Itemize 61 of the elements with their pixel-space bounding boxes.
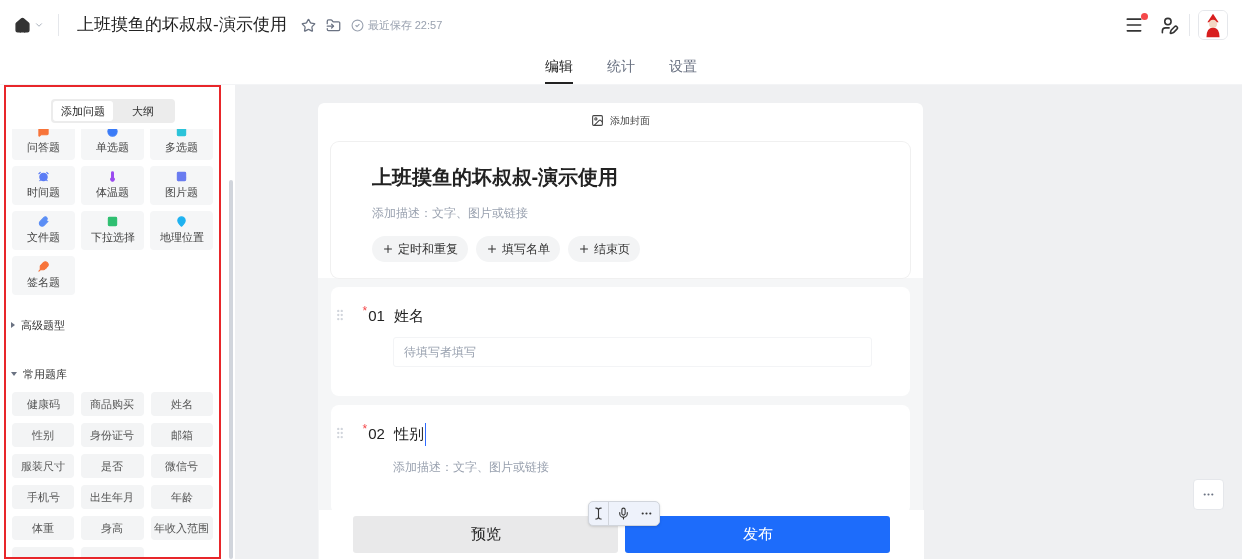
template-chip[interactable]: 健康码 bbox=[12, 392, 75, 416]
user-edit-icon[interactable] bbox=[1160, 15, 1179, 35]
template-chip[interactable]: 微信号 bbox=[150, 454, 213, 478]
add-cover-link[interactable]: 添加封面 bbox=[609, 113, 650, 128]
tab[interactable]: 设置 bbox=[669, 50, 697, 84]
answer-field[interactable]: 待填写者填写 bbox=[392, 336, 872, 367]
question-type-button[interactable]: 体温题 bbox=[81, 166, 144, 205]
star-icon[interactable] bbox=[300, 17, 316, 33]
document-title: 上班摸鱼的坏叔叔-演示使用 bbox=[77, 14, 287, 37]
template-chip[interactable]: 姓名 bbox=[150, 392, 213, 416]
template-chip[interactable]: 年收入范围 bbox=[150, 516, 213, 540]
save-status: 最近保存 22:57 bbox=[367, 17, 443, 33]
option-button[interactable]: 定时和重复 bbox=[371, 236, 468, 262]
required-mark: * bbox=[362, 423, 368, 435]
question-title[interactable]: 姓名 bbox=[393, 305, 426, 328]
template-chip[interactable]: 体重 bbox=[12, 516, 75, 540]
scrollbar[interactable] bbox=[229, 180, 233, 559]
check-circle-icon bbox=[350, 18, 364, 32]
template-chip[interactable]: 服装尺寸 bbox=[12, 454, 75, 478]
template-chip[interactable]: 身高 bbox=[81, 516, 144, 540]
segment-tab[interactable]: 添加问题 bbox=[52, 101, 113, 121]
text-cursor-icon[interactable] bbox=[592, 507, 605, 520]
template-chip[interactable]: 是否 bbox=[81, 454, 144, 478]
question-number: 02 bbox=[368, 424, 385, 444]
publish-button[interactable]: 发布 bbox=[625, 516, 890, 553]
question-title[interactable]: 性别 bbox=[393, 423, 426, 446]
template-chip[interactable]: 邮箱 bbox=[150, 423, 213, 447]
image-icon bbox=[590, 114, 604, 127]
template-chip[interactable]: 手机号 bbox=[12, 485, 75, 509]
plus-icon bbox=[485, 243, 498, 255]
question-type-button[interactable]: 时间题 bbox=[12, 166, 75, 205]
option-button[interactable]: 结束页 bbox=[567, 236, 640, 262]
question-number: 01 bbox=[368, 306, 385, 326]
tab[interactable]: 统计 bbox=[607, 50, 635, 84]
question-type-button[interactable]: 地理位置 bbox=[150, 211, 213, 250]
template-chip[interactable]: 年龄 bbox=[150, 485, 213, 509]
question-type-button[interactable]: 问答题 bbox=[12, 129, 75, 160]
menu-icon[interactable] bbox=[1124, 15, 1144, 35]
plus-icon bbox=[577, 243, 590, 255]
option-button[interactable]: 填写名单 bbox=[475, 236, 560, 262]
microphone-icon[interactable] bbox=[617, 507, 630, 520]
template-chip[interactable]: 商品购买 bbox=[81, 392, 144, 416]
preview-button[interactable]: 预览 bbox=[353, 516, 618, 553]
question-type-button[interactable]: 图片题 bbox=[150, 166, 213, 205]
survey-title[interactable]: 上班摸鱼的坏叔叔-演示使用 bbox=[371, 162, 910, 192]
avatar[interactable] bbox=[1198, 10, 1228, 40]
required-mark: * bbox=[362, 305, 368, 317]
segment-tab[interactable]: 大纲 bbox=[112, 101, 173, 121]
question-type-button[interactable]: 单选题 bbox=[81, 129, 144, 160]
template-chip[interactable]: 性别 bbox=[12, 423, 75, 447]
question-type-button[interactable]: 多选题 bbox=[150, 129, 213, 160]
template-chip[interactable]: 出生年月 bbox=[81, 485, 144, 509]
question-type-button[interactable]: 文件题 bbox=[12, 211, 75, 250]
home-icon[interactable] bbox=[14, 16, 31, 34]
folder-icon[interactable] bbox=[325, 17, 341, 33]
question-type-button[interactable]: 签名题 bbox=[12, 256, 75, 295]
question-type-button[interactable]: 下拉选择 bbox=[81, 211, 144, 250]
plus-icon bbox=[381, 243, 394, 255]
section-toggle[interactable]: 高级题型 bbox=[6, 317, 219, 334]
template-chip[interactable]: 身份证号 bbox=[81, 423, 144, 447]
section-toggle[interactable]: 常用题库 bbox=[6, 365, 219, 382]
